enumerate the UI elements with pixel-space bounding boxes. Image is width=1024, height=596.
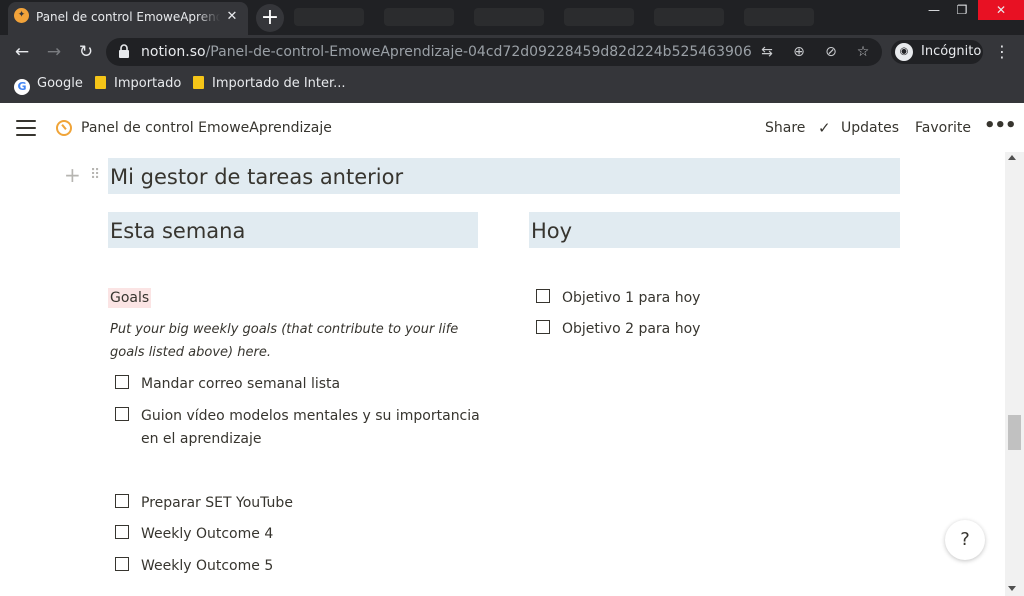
- todo-checkbox[interactable]: [115, 525, 129, 539]
- week-column-heading[interactable]: Esta semana: [110, 218, 245, 244]
- todo-checkbox[interactable]: [536, 320, 550, 334]
- add-block-icon[interactable]: +: [64, 165, 81, 185]
- todo-item: Mandar correo semanal lista: [115, 373, 475, 397]
- background-tab[interactable]: [474, 8, 544, 26]
- notion-favicon-icon: ✦: [14, 8, 29, 23]
- incognito-label: Incógnito: [921, 44, 982, 59]
- background-tab[interactable]: [744, 8, 814, 26]
- forward-arrow-icon[interactable]: →: [43, 41, 65, 63]
- browser-tab-title: Panel de control EmoweAprendizaje: [36, 10, 220, 24]
- todo-checkbox[interactable]: [115, 407, 129, 421]
- bookmark-folder-importado[interactable]: Importado: [95, 74, 181, 94]
- tab-title-fade: [196, 6, 220, 28]
- reload-icon[interactable]: ↻: [75, 41, 97, 63]
- url-host: notion.so: [141, 44, 206, 60]
- new-tab-button[interactable]: +: [256, 4, 284, 32]
- todo-item: Objetivo 2 para hoy: [536, 318, 896, 342]
- todo-text[interactable]: Preparar SET YouTube: [141, 492, 293, 515]
- scrollbar-track[interactable]: [1005, 152, 1024, 596]
- google-icon: G: [14, 79, 30, 95]
- bookmark-label: Importado de Inter...: [212, 76, 346, 91]
- folder-icon: [95, 76, 106, 89]
- goals-label[interactable]: Goals: [108, 288, 152, 308]
- sidebar-toggle-icon[interactable]: [16, 120, 36, 136]
- more-options-icon[interactable]: •••: [984, 116, 1017, 136]
- breadcrumb[interactable]: Panel de control EmoweAprendizaje: [81, 118, 332, 138]
- bookmark-google[interactable]: G Google: [14, 74, 83, 95]
- todo-item: Objetivo 1 para hoy: [536, 287, 896, 311]
- background-tab[interactable]: [384, 8, 454, 26]
- todo-item: Weekly Outcome 4: [115, 523, 475, 547]
- bookmark-star-icon[interactable]: ☆: [854, 43, 872, 61]
- scroll-up-arrow-icon[interactable]: [1008, 155, 1016, 160]
- scroll-down-arrow-icon[interactable]: [1008, 586, 1016, 591]
- todo-item: Preparar SET YouTube: [115, 492, 475, 516]
- help-button[interactable]: ?: [945, 520, 985, 560]
- bookmark-folder-importado-de-inter[interactable]: Importado de Inter...: [193, 74, 346, 94]
- checkmark-icon: ✓: [818, 119, 831, 137]
- bookmark-label: Google: [37, 76, 83, 91]
- close-window-icon[interactable]: ✕: [978, 0, 1024, 20]
- todo-checkbox[interactable]: [115, 557, 129, 571]
- restore-window-icon[interactable]: ❐: [946, 0, 978, 20]
- back-arrow-icon[interactable]: ←: [11, 41, 33, 63]
- bookmark-label: Importado: [114, 76, 182, 91]
- todo-text[interactable]: Weekly Outcome 5: [141, 555, 273, 578]
- todo-text[interactable]: Weekly Outcome 4: [141, 523, 273, 546]
- page-emoji-icon: [56, 120, 72, 136]
- url-text[interactable]: notion.so/Panel-de-control-EmoweAprendiz…: [141, 43, 752, 61]
- tab-close-icon[interactable]: ✕: [224, 9, 240, 25]
- todo-text[interactable]: Mandar correo semanal lista: [141, 373, 340, 396]
- updates-button[interactable]: Updates: [841, 118, 899, 138]
- background-tab[interactable]: [294, 8, 364, 26]
- favorite-button[interactable]: Favorite: [915, 118, 971, 138]
- folder-icon: [193, 76, 204, 89]
- url-path: /Panel-de-control-EmoweAprendizaje-04cd7…: [205, 44, 752, 60]
- todo-text[interactable]: Objetivo 1 para hoy: [562, 287, 700, 310]
- drag-handle-icon[interactable]: ⠿: [90, 165, 100, 185]
- heading-highlight: [529, 212, 900, 248]
- todo-checkbox[interactable]: [115, 375, 129, 389]
- todo-text[interactable]: Objetivo 2 para hoy: [562, 318, 700, 341]
- main-heading[interactable]: Mi gestor de tareas anterior: [110, 164, 403, 190]
- incognito-icon: ◉: [895, 43, 913, 61]
- todo-item: Guion vídeo modelos mentales y su import…: [115, 405, 480, 453]
- browser-menu-icon[interactable]: ⋮: [994, 41, 1010, 63]
- todo-checkbox[interactable]: [536, 289, 550, 303]
- today-column-heading[interactable]: Hoy: [531, 218, 572, 244]
- zoom-icon[interactable]: ⊕: [790, 43, 808, 61]
- lock-icon: [119, 44, 129, 58]
- todo-checkbox[interactable]: [115, 494, 129, 508]
- todo-item: Weekly Outcome 5: [115, 555, 475, 579]
- tracking-blocked-eye-icon[interactable]: ⊘: [822, 43, 840, 61]
- background-tab[interactable]: [564, 8, 634, 26]
- share-button[interactable]: Share: [765, 118, 805, 138]
- scrollbar-thumb[interactable]: [1008, 415, 1021, 450]
- background-tab[interactable]: [654, 8, 724, 26]
- todo-text[interactable]: Guion vídeo modelos mentales y su import…: [141, 405, 481, 451]
- translate-icon[interactable]: ⇆: [758, 43, 776, 61]
- goals-description[interactable]: Put your big weekly goals (that contribu…: [110, 318, 480, 364]
